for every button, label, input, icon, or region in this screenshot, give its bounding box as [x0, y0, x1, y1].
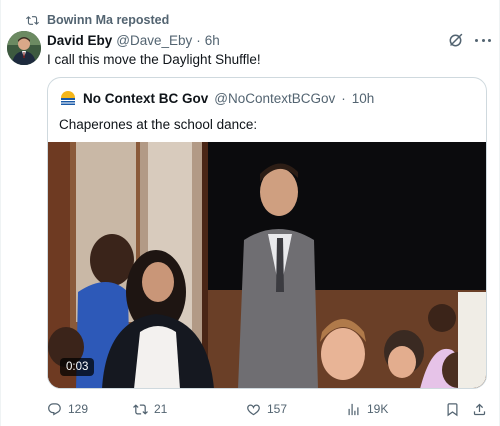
reply-button[interactable]: 129 — [47, 399, 88, 419]
video-player[interactable]: 0:03 — [48, 142, 486, 388]
quoted-text: Chaperones at the school dance: — [59, 117, 258, 132]
quoted-time[interactable]: 10h — [352, 91, 375, 106]
video-frame — [48, 142, 486, 388]
heart-icon — [247, 403, 260, 415]
action-bar: 129 21 157 19K — [47, 399, 493, 419]
quoted-author-name[interactable]: No Context BC Gov — [83, 91, 208, 106]
repost-button[interactable]: 21 — [133, 399, 167, 419]
author-handle[interactable]: @Dave_Eby — [116, 33, 192, 48]
post-time[interactable]: 6h — [205, 33, 220, 48]
reply-count: 129 — [68, 402, 89, 416]
quoted-handle[interactable]: @NoContextBCGov — [214, 91, 335, 106]
like-count: 157 — [267, 402, 288, 416]
bookmark-icon — [447, 402, 458, 416]
grok-icon[interactable] — [448, 32, 464, 48]
share-button[interactable] — [472, 399, 487, 419]
quoted-separator: · — [341, 90, 346, 106]
bc-gov-logo-icon[interactable] — [59, 89, 77, 107]
like-button[interactable]: 157 — [246, 399, 287, 419]
share-icon — [473, 403, 486, 415]
post-author: David Eby @Dave_Eby · 6h — [47, 32, 220, 49]
post-text: I call this move the Daylight Shuffle! — [47, 52, 261, 67]
analytics-icon — [348, 403, 359, 415]
quoted-author: No Context BC Gov @NoContextBCGov · 10h — [59, 89, 374, 107]
avatar[interactable] — [7, 31, 41, 65]
quoted-post[interactable]: No Context BC Gov @NoContextBCGov · 10h … — [47, 77, 487, 389]
views-button[interactable]: 19K — [346, 399, 388, 419]
repost-icon — [26, 15, 39, 25]
author-name[interactable]: David Eby — [47, 33, 112, 48]
more-options-icon[interactable] — [473, 32, 493, 48]
repost-action-icon — [133, 403, 148, 415]
repost-label: Bowinn Ma reposted — [47, 13, 170, 27]
post-card[interactable]: Bowinn Ma reposted David Eby @Dave_Eby ·… — [0, 0, 500, 426]
meta-separator: · — [196, 33, 201, 48]
repost-count: 21 — [154, 402, 168, 416]
view-count: 19K — [367, 402, 389, 416]
video-duration: 0:03 — [60, 358, 95, 376]
repost-indicator[interactable]: Bowinn Ma reposted — [26, 12, 169, 28]
reply-icon — [48, 402, 61, 415]
bookmark-button[interactable] — [445, 399, 460, 419]
